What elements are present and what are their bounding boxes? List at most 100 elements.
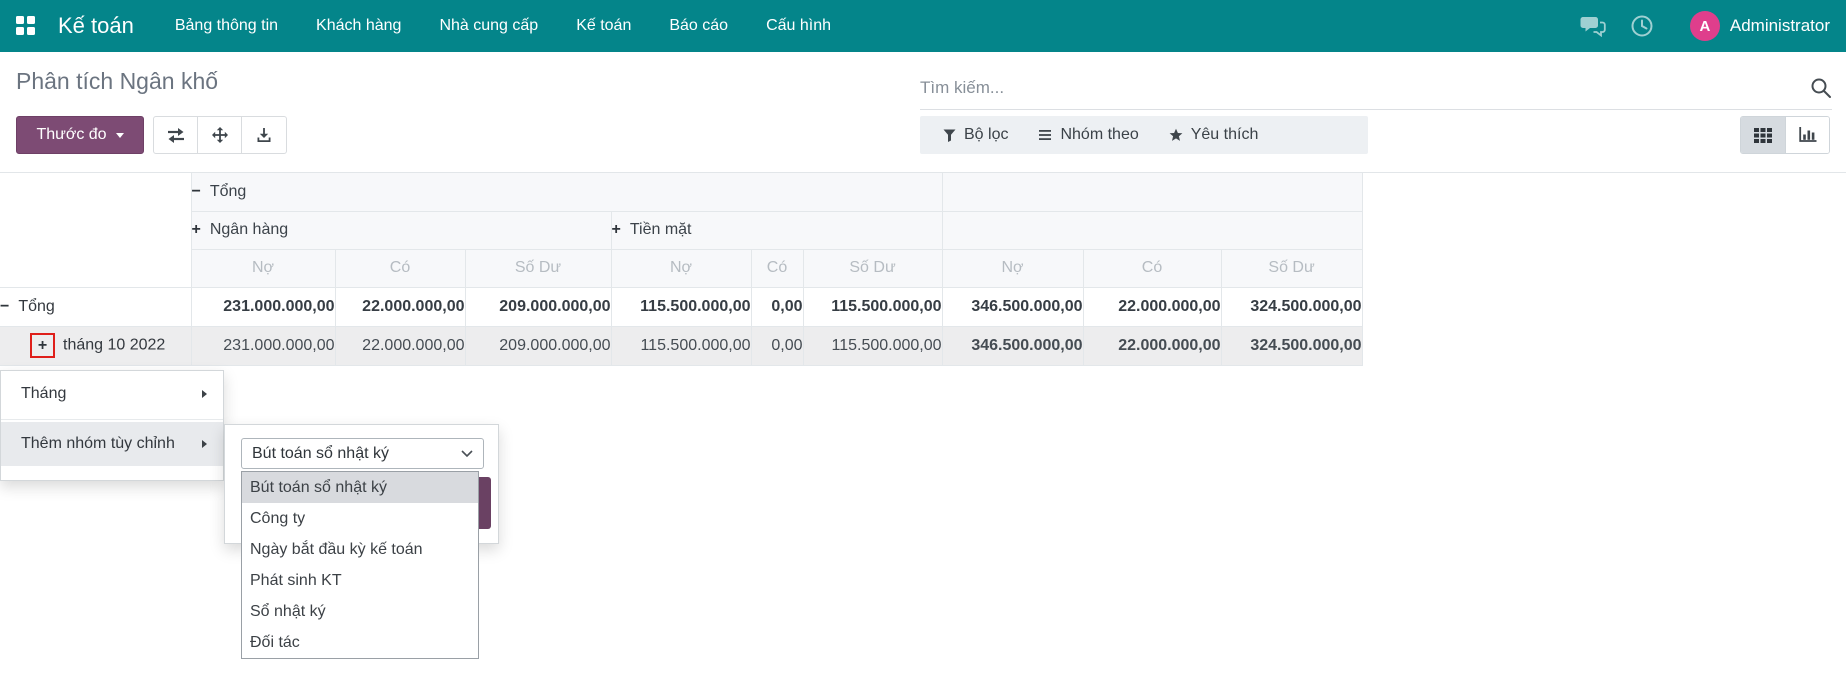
groupby-dropdown-menu: Tháng Thêm nhóm tùy chỉnh bbox=[0, 370, 224, 481]
highlighted-expand-button[interactable]: + bbox=[30, 333, 55, 358]
row-label-text: tháng 10 2022 bbox=[63, 337, 165, 354]
expand-icon[interactable]: + bbox=[192, 221, 201, 238]
bar-chart-icon bbox=[1799, 127, 1817, 143]
pivot-row-total: −Tổng 231.000.000,00 22.000.000,00 209.0… bbox=[0, 287, 1362, 326]
select-option[interactable]: Sổ nhật ký bbox=[242, 596, 478, 627]
pivot-col-total-label: Tổng bbox=[210, 183, 246, 200]
user-avatar[interactable]: A bbox=[1690, 11, 1720, 41]
group-by-menu[interactable]: Nhóm theo bbox=[1023, 126, 1153, 144]
chevron-right-icon bbox=[202, 390, 207, 398]
pivot-cell: 209.000.000,00 bbox=[465, 287, 611, 326]
chevron-down-icon bbox=[461, 450, 473, 457]
nav-item-accounting[interactable]: Kế toán bbox=[557, 0, 650, 52]
favorites-menu[interactable]: Yêu thích bbox=[1154, 126, 1274, 144]
pivot-row-total-label[interactable]: −Tổng bbox=[0, 287, 191, 326]
pivot-header-row-groups: + Ngân hàng + Tiền mặt bbox=[0, 211, 1362, 249]
funnel-icon bbox=[943, 129, 956, 142]
collapse-icon[interactable]: − bbox=[0, 298, 9, 315]
control-panel: Phân tích Ngân khố Thước đo bbox=[0, 52, 1846, 173]
flip-axis-button[interactable] bbox=[154, 117, 198, 153]
nav-item-customers[interactable]: Khách hàng bbox=[297, 0, 420, 52]
filters-menu-label: Bộ lọc bbox=[964, 126, 1008, 144]
row-label-text: Tổng bbox=[18, 298, 54, 315]
download-xlsx-button[interactable] bbox=[242, 117, 286, 153]
search-input[interactable] bbox=[920, 78, 1798, 98]
main-menu: Bảng thông tin Khách hàng Nhà cung cấp K… bbox=[156, 0, 850, 52]
filters-menu[interactable]: Bộ lọc bbox=[928, 126, 1023, 144]
chevron-right-icon bbox=[202, 440, 207, 448]
pivot-measure-header[interactable]: Nợ bbox=[611, 249, 751, 287]
pivot-cell: 231.000.000,00 bbox=[191, 326, 335, 365]
select-option[interactable]: Ngày bắt đầu kỳ kế toán bbox=[242, 534, 478, 565]
pivot-measure-header[interactable]: Có bbox=[1083, 249, 1221, 287]
custom-group-select-value: Bút toán sổ nhật ký bbox=[252, 445, 389, 463]
top-navbar: Kế toán Bảng thông tin Khách hàng Nhà cu… bbox=[0, 0, 1846, 52]
select-option[interactable]: Công ty bbox=[242, 503, 478, 534]
pivot-cell: 22.000.000,00 bbox=[1083, 326, 1221, 365]
pivot-header-empty bbox=[942, 211, 1362, 249]
pivot-corner-cell bbox=[0, 173, 191, 287]
activities-clock-icon[interactable] bbox=[1618, 14, 1666, 38]
pivot-row-month-label[interactable]: + tháng 10 2022 bbox=[0, 326, 191, 365]
user-name[interactable]: Administrator bbox=[1730, 16, 1830, 36]
pivot-measure-header[interactable]: Nợ bbox=[191, 249, 335, 287]
pivot-measure-header[interactable]: Số Dư bbox=[803, 249, 942, 287]
measures-button[interactable]: Thước đo bbox=[16, 116, 144, 154]
expand-icon[interactable]: + bbox=[612, 221, 621, 238]
app-brand[interactable]: Kế toán bbox=[58, 13, 134, 39]
pivot-header-empty bbox=[942, 173, 1362, 211]
pivot-cell: 346.500.000,00 bbox=[942, 287, 1083, 326]
pivot-cell: 22.000.000,00 bbox=[1083, 287, 1221, 326]
nav-item-configuration[interactable]: Cấu hình bbox=[747, 0, 850, 52]
pivot-header-row-measures: Nợ Có Số Dư Nợ Có Số Dư Nợ Có Số Dư bbox=[0, 249, 1362, 287]
pivot-col-group-bank-label: Ngân hàng bbox=[210, 221, 288, 238]
view-switcher bbox=[1740, 116, 1830, 154]
search-bar bbox=[920, 66, 1832, 110]
pivot-measure-header[interactable]: Số Dư bbox=[1221, 249, 1362, 287]
pivot-measure-header[interactable]: Có bbox=[751, 249, 803, 287]
bars-icon bbox=[1038, 129, 1052, 141]
page-title: Phân tích Ngân khố bbox=[16, 68, 218, 95]
pivot-view-button[interactable] bbox=[1741, 117, 1785, 153]
expand-all-button[interactable] bbox=[198, 117, 242, 153]
pivot-col-group-cash[interactable]: + Tiền mặt bbox=[611, 211, 942, 249]
group-by-menu-label: Nhóm theo bbox=[1060, 126, 1138, 144]
pivot-col-group-cash-label: Tiền mặt bbox=[630, 221, 692, 238]
pivot-header-row-total: −Tổng bbox=[0, 173, 1362, 211]
pivot-cell: 115.500.000,00 bbox=[803, 326, 942, 365]
pivot-cell: 115.500.000,00 bbox=[803, 287, 942, 326]
apps-menu-icon[interactable] bbox=[16, 16, 36, 36]
pivot-row-month: + tháng 10 2022 231.000.000,00 22.000.000… bbox=[0, 326, 1362, 365]
graph-view-button[interactable] bbox=[1785, 117, 1829, 153]
nav-item-reporting[interactable]: Báo cáo bbox=[650, 0, 747, 52]
select-options-popup: Bút toán sổ nhật ký Công ty Ngày bắt đầu… bbox=[241, 471, 479, 659]
select-option[interactable]: Phát sinh KT bbox=[242, 565, 478, 596]
expand-icon: + bbox=[38, 337, 47, 355]
pivot-cell: 22.000.000,00 bbox=[335, 287, 465, 326]
nav-item-vendors[interactable]: Nhà cung cấp bbox=[420, 0, 557, 52]
search-icon[interactable] bbox=[1810, 77, 1832, 99]
select-option[interactable]: Đối tác bbox=[242, 627, 478, 658]
menu-item-month[interactable]: Tháng bbox=[1, 371, 223, 417]
pivot-measure-header[interactable]: Nợ bbox=[942, 249, 1083, 287]
navbar-right: A Administrator bbox=[1568, 11, 1830, 41]
star-icon bbox=[1169, 128, 1183, 142]
pivot-cell: 22.000.000,00 bbox=[335, 326, 465, 365]
menu-item-month-label: Tháng bbox=[21, 385, 66, 403]
custom-group-select[interactable]: Bút toán sổ nhật ký bbox=[241, 438, 484, 469]
pivot-measure-header[interactable]: Số Dư bbox=[465, 249, 611, 287]
pivot-col-total-header[interactable]: −Tổng bbox=[191, 173, 942, 211]
collapse-icon[interactable]: − bbox=[192, 183, 201, 200]
favorites-menu-label: Yêu thích bbox=[1191, 126, 1259, 144]
search-filters-bar: Bộ lọc Nhóm theo Yêu thích bbox=[920, 116, 1368, 154]
pivot-col-group-bank[interactable]: + Ngân hàng bbox=[191, 211, 611, 249]
pivot-cell: 115.500.000,00 bbox=[611, 326, 751, 365]
nav-item-dashboard[interactable]: Bảng thông tin bbox=[156, 0, 297, 52]
measures-button-label: Thước đo bbox=[36, 126, 106, 144]
menu-item-add-custom-group[interactable]: Thêm nhóm tùy chỉnh bbox=[1, 422, 223, 466]
pivot-measure-header[interactable]: Có bbox=[335, 249, 465, 287]
pivot-cell: 324.500.000,00 bbox=[1221, 287, 1362, 326]
messages-icon[interactable] bbox=[1568, 15, 1618, 37]
pivot-cell: 231.000.000,00 bbox=[191, 287, 335, 326]
select-option[interactable]: Bút toán sổ nhật ký bbox=[242, 472, 478, 503]
